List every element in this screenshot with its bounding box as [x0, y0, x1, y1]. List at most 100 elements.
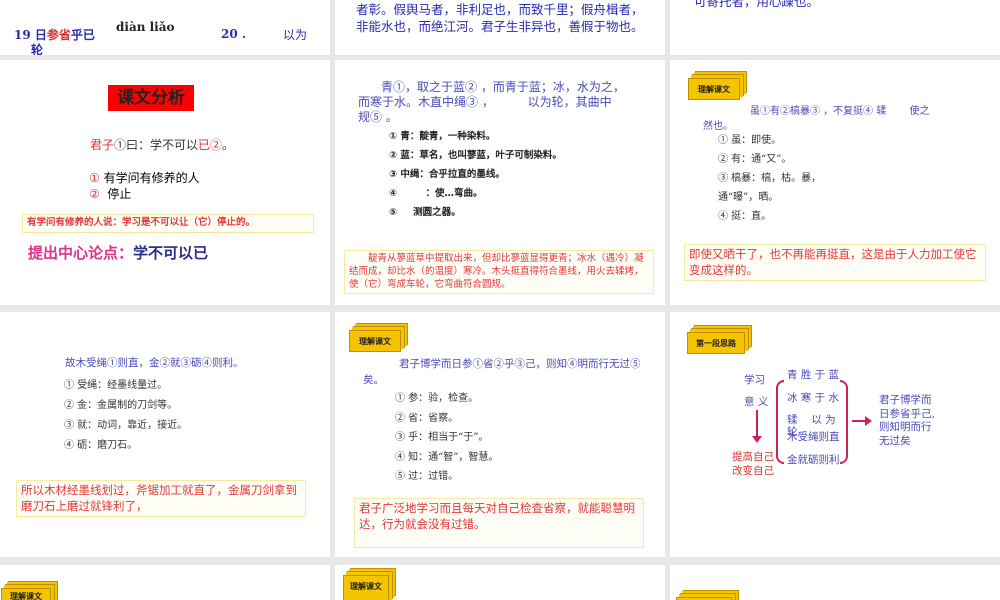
text: 君子博学而日参①省②乎③己，则知④明而行无过⑤	[399, 358, 641, 370]
text: 已②	[198, 138, 223, 152]
text: 𫐓 以 为	[787, 414, 836, 426]
result: 提高自己 改变自己	[732, 450, 774, 478]
arrow-head-icon	[752, 436, 762, 443]
text: 者彰。假舆马者，非利足也，而致千里；假舟楫者，	[356, 2, 644, 17]
text: 冰 寒 于 水	[787, 391, 840, 404]
text: 19 日	[14, 28, 47, 42]
text: ⑤ 测圆之器。	[389, 207, 461, 218]
text: ③ 乎：相当于“于”。	[395, 432, 489, 443]
passage: 虽①有②槁暴③ ，不复挺④ 𫐓 使之 然也。	[703, 104, 930, 134]
section-tag: 理解课文	[688, 78, 740, 100]
text: 非能水也，而绝江河。君子生非异也，善假于物也。	[356, 19, 644, 34]
quote: 君子①曰：学不可以已②。	[90, 136, 234, 153]
text: 青①，取之于蓝② ，而青于蓝；冰，水为之，	[381, 80, 625, 94]
down-arrow-icon	[756, 410, 758, 438]
text: 以为	[283, 28, 308, 42]
passage: 君子博学而日参①省②乎③己，则知④明而行无过⑤ 矣。	[363, 356, 641, 388]
text: ① 青：靛青，一种染料。	[389, 131, 496, 142]
text: ④ 知：通“智”，智慧。	[395, 451, 499, 463]
slide-thumbnail-9[interactable]: 第一段思路 学习 意 义 提高自己改变自己 青 胜 于 蓝冰 寒 于 水 𫐓 以 …	[670, 312, 1000, 557]
text: ①曰：学不可以	[114, 138, 199, 152]
section-tag: 理解课文	[349, 330, 401, 352]
text: 而寒于水。木直中绳③ ， 以为轮，其曲中	[358, 95, 612, 109]
text: 无过矣	[879, 434, 911, 447]
slide-thumbnail-2[interactable]: 者彰。假舆马者，非利足也，而致千里；假舟楫者， 非能水也，而绝江河。君子生非异也，…	[335, 0, 665, 55]
text: 参省	[46, 28, 71, 42]
text: 木受绳则直	[787, 431, 840, 443]
text: 乎已	[70, 28, 95, 42]
text: 青 胜 于 蓝	[787, 369, 840, 381]
text: ⑤ 过：过错。	[395, 471, 459, 482]
text: 通“曝”，晒。	[718, 192, 779, 203]
text: 停止	[107, 187, 132, 201]
slide-title: 课文分析	[108, 85, 194, 111]
section-tag: 理解课文	[1, 588, 51, 600]
translation-note: 君子广泛地学习而且每天对自己检查省察，就能聪慧明达，行为就会没有过错。	[354, 498, 644, 548]
passage: 青①，取之于蓝② ，而青于蓝；冰，水为之， 而寒于水。木直中绳③ ， 以为轮，其曲…	[358, 80, 625, 125]
conclusion: 君子博学而 日参省乎己, 则知明而行 无过矣	[879, 394, 935, 448]
text: 规⑤ 。	[358, 110, 398, 124]
text: 提高自己	[732, 451, 774, 463]
text: ④ 挺：直。	[718, 211, 772, 222]
translation-note: 所以木材经墨线划过，斧锯加工就直了，金属刀剑拿到磨刀石上磨过就锋利了，	[16, 480, 306, 518]
text: 改变自己	[732, 465, 774, 477]
translation-note: 即使又晒干了，也不再能再挺直，这是由于人力加工使它变成这样的。	[684, 244, 986, 282]
slide-thumbnail-10[interactable]: 理解课文	[0, 565, 330, 600]
arrow-head-icon	[865, 416, 872, 426]
text: ② 蓝：草名，也叫蓼蓝，叶子可制染料。	[389, 150, 562, 161]
text: 则知明而行	[879, 421, 932, 433]
text: ② 省：省察。	[395, 412, 459, 424]
translation-note: 有学问有修养的人说：学习是不可以让（它）停止的。	[22, 214, 314, 233]
text: ③ 就：动词，靠近，接近。	[64, 420, 188, 431]
examples: 青 胜 于 蓝冰 寒 于 水𫐓 以 为轮木受绳则直 金就砺则利	[787, 369, 840, 466]
text: ②	[89, 187, 100, 201]
right-brace-icon	[840, 380, 848, 464]
definitions: ① 青：靛青，一种染料。 ② 蓝：草名，也叫蓼蓝，叶子可制染料。 ③ 中绳：合乎拉直…	[389, 130, 562, 225]
text: 日参省乎己,	[879, 407, 935, 420]
text: ①	[89, 171, 100, 185]
text: ② 金：金属制的刀剑等。	[64, 400, 178, 411]
text: ① 受绳：经墨线量过。	[64, 380, 168, 391]
slide-thumbnail-1[interactable]: 19 日参省乎已 轮 diàn liǎo 20 . 以为	[0, 0, 330, 55]
passage: 故木受绳①则直，金②就③砺④则利。	[65, 357, 244, 369]
text: 意 义	[744, 396, 769, 408]
definitions: ① 受绳：经墨线量过。 ② 金：金属制的刀剑等。 ③ 就：动词，靠近，接近。 ④ 砺：…	[64, 379, 187, 459]
text: 提出中心论点：	[28, 244, 134, 262]
text: 金就砺则利	[787, 453, 840, 466]
section-tag: 理解课文	[343, 575, 389, 600]
right-arrow-icon	[852, 420, 866, 422]
slide-thumbnail-5[interactable]: 青①，取之于蓝② ，而青于蓝；冰，水为之， 而寒于水。木直中绳③ ， 以为轮，其曲…	[335, 60, 665, 305]
slide-thumbnail-11[interactable]: 理解课文	[335, 565, 665, 600]
number: 20 .	[221, 27, 247, 41]
slide-thumbnail-3[interactable]: 可寄托者，用心躁也。	[670, 0, 1000, 55]
slide-thumbnail-4[interactable]: 课文分析 君子①曰：学不可以已②。 ① 有学问有修养的人 ② 停止 有学问有修养…	[0, 60, 330, 305]
text: 君子	[90, 138, 115, 152]
definitions: ① 虽：即使。 ② 有：通“又”。 ③ 槁暴：槁，枯。暴， 通“曝”，晒。 ④ 挺：直。	[718, 134, 821, 229]
left-brace-icon	[776, 380, 784, 464]
vocab-line: 19 日参省乎已	[14, 26, 95, 43]
text: 可寄托者，用心躁也。	[694, 0, 820, 9]
text: ③ 槁暴：槁，枯。暴，	[718, 173, 822, 184]
text: ① 参：验，检查。	[395, 393, 479, 404]
text: ④ 砺：磨刀石。	[64, 440, 138, 451]
section-tag: 第一段思路	[687, 332, 745, 354]
text: 学不可以已	[133, 244, 209, 262]
text: 轮	[31, 43, 44, 55]
pinyin: diàn liǎo	[116, 20, 175, 34]
text: 有学问有修养的人	[103, 171, 200, 185]
text: ③ 中绳：合乎拉直的墨线。	[389, 169, 505, 180]
definitions: ① 有学问有修养的人 ② 停止	[89, 170, 200, 202]
text: ② 有：通“又”。	[718, 154, 792, 165]
slide-thumbnail-6[interactable]: 理解课文 虽①有②槁暴③ ，不复挺④ 𫐓 使之 然也。 ① 虽：即使。 ② 有：通“…	[670, 60, 1000, 305]
slide-thumbnail-12[interactable]	[670, 565, 1000, 600]
text: ① 虽：即使。	[718, 135, 782, 146]
slide-thumbnail-8[interactable]: 理解课文 君子博学而日参①省②乎③己，则知④明而行无过⑤ 矣。 ① 参：验，检查。…	[335, 312, 665, 557]
text: 。	[222, 138, 235, 152]
translation-note: 靛青从蓼蓝草中提取出来，但却比蓼蓝显得更青；冰水（遇冷）凝结而成，却比水（的温度…	[344, 250, 654, 295]
slide-thumbnail-7[interactable]: 故木受绳①则直，金②就③砺④则利。 ① 受绳：经墨线量过。 ② 金：金属制的刀剑等…	[0, 312, 330, 557]
text: 君子博学而	[879, 394, 932, 406]
text-block: 者彰。假舆马者，非利足也，而致千里；假舟楫者， 非能水也，而绝江河。君子生非异也，…	[356, 1, 644, 35]
text: 学习	[744, 374, 765, 386]
text: 矣。	[363, 374, 384, 386]
text: ④ ：使…弯曲。	[389, 188, 483, 199]
